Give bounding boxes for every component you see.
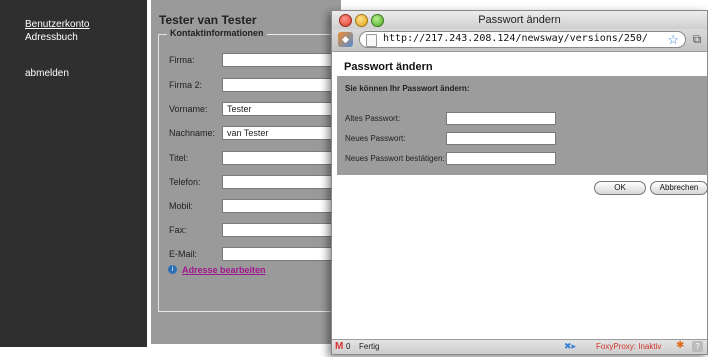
site-favicon-icon: ◆ xyxy=(338,32,353,47)
contact-panel: Tester van Tester Kontaktinformationen F… xyxy=(151,0,352,344)
foxyproxy-icon[interactable]: ✱ xyxy=(676,340,684,351)
window-title: Passwort ändern xyxy=(478,14,561,26)
confirm-password-label: Neues Passwort bestätigen: xyxy=(345,154,445,163)
bookmark-star-icon[interactable]: ☆ xyxy=(667,32,679,47)
section-legend: Kontaktinformationen xyxy=(167,28,267,38)
old-password-label: Altes Passwort: xyxy=(345,114,401,123)
help-icon[interactable]: ? xyxy=(692,341,703,352)
new-password-label: Neues Passwort: xyxy=(345,134,406,143)
x-extension-icon[interactable]: ✖▸ xyxy=(564,341,576,352)
mobil-label: Mobil: xyxy=(169,201,194,211)
confirm-password-input[interactable] xyxy=(446,152,556,165)
vorname-label: Vorname: xyxy=(169,104,208,114)
status-text: Fertig xyxy=(359,342,380,351)
edit-address-link[interactable]: Adresse bearbeiten xyxy=(182,265,266,275)
url-bar[interactable]: http://217.243.208.124/newsway/versions/… xyxy=(359,31,686,48)
ok-button[interactable]: OK xyxy=(594,181,646,195)
titel-label: Titel: xyxy=(169,153,189,163)
status-bar: M 0 Fertig ✖▸ FoxyProxy: Inaktiv ✱ ? xyxy=(332,339,707,354)
fax-label: Fax: xyxy=(169,225,187,235)
url-text[interactable]: http://217.243.208.124/newsway/versions/… xyxy=(383,33,648,44)
telefon-label: Telefon: xyxy=(169,177,201,187)
page-icon xyxy=(366,34,377,47)
dialog-title: Passwort ändern xyxy=(344,61,433,73)
password-popup-window: Passwort ändern ◆ http://217.243.208.124… xyxy=(331,10,708,355)
browser-toolbar: ◆ http://217.243.208.124/newsway/version… xyxy=(332,29,707,52)
panel-heading: Sie können Ihr Passwort ändern: xyxy=(345,84,470,93)
page-title: Tester van Tester xyxy=(159,13,257,27)
gmail-count: 0 xyxy=(346,342,351,351)
firma2-label: Firma 2: xyxy=(169,80,203,90)
window-titlebar[interactable]: Passwort ändern xyxy=(332,11,707,29)
email-label: E-Mail: xyxy=(169,249,198,259)
popup-content: Passwort ändern Sie können Ihr Passwort … xyxy=(332,52,708,342)
sidebar-item-benutzerkonto[interactable]: Benutzerkonto xyxy=(25,19,90,30)
foxyproxy-status[interactable]: FoxyProxy: Inaktiv xyxy=(596,342,661,351)
password-form-panel: Sie können Ihr Passwort ändern: Altes Pa… xyxy=(337,76,707,175)
cancel-button[interactable]: Abbrechen xyxy=(650,181,708,195)
info-icon: i xyxy=(168,265,177,274)
sidebar-item-adressbuch[interactable]: Adressbuch xyxy=(25,32,78,43)
nachname-label: Nachname: xyxy=(169,128,216,138)
gmail-icon[interactable]: M xyxy=(335,341,343,353)
old-password-input[interactable] xyxy=(446,112,556,125)
sidebar: Benutzerkonto Adressbuch abmelden xyxy=(0,0,147,347)
new-window-icon[interactable]: ⧉ xyxy=(690,32,704,46)
sidebar-item-abmelden[interactable]: abmelden xyxy=(25,68,69,79)
firma-label: Firma: xyxy=(169,55,195,65)
new-password-input[interactable] xyxy=(446,132,556,145)
